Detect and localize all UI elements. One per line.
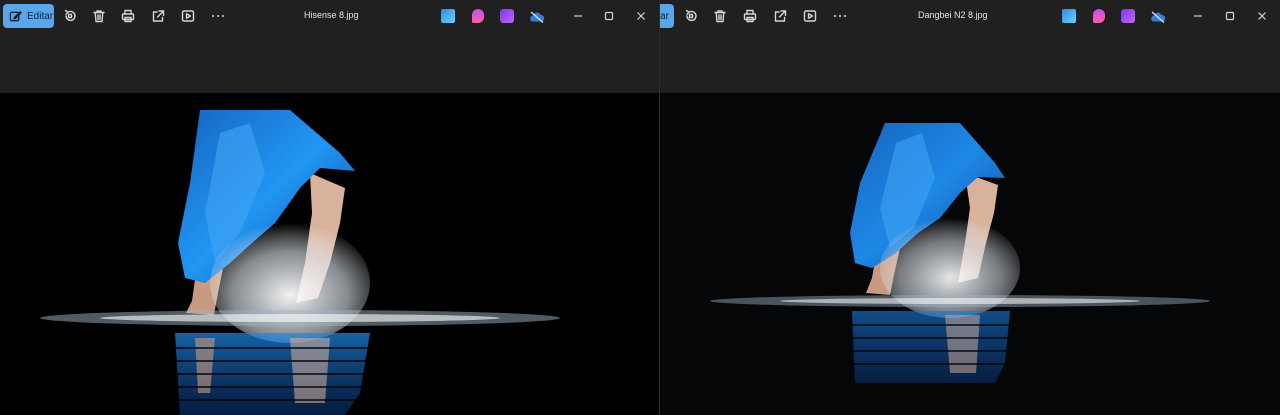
minimize-icon <box>574 15 582 17</box>
edit-icon <box>9 10 22 21</box>
rotate-icon <box>685 9 697 22</box>
more-button[interactable] <box>208 6 228 26</box>
close-icon <box>1258 12 1266 20</box>
designer-icon[interactable] <box>500 9 514 23</box>
edit-button[interactable]: tar <box>660 4 674 28</box>
onedrive-icon[interactable] <box>529 10 545 23</box>
edit-label: tar <box>660 10 669 22</box>
command-area <box>0 32 659 93</box>
slideshow-icon <box>803 10 817 22</box>
delete-button[interactable] <box>89 6 109 26</box>
close-button[interactable] <box>631 6 651 26</box>
trash-icon <box>93 10 105 23</box>
clipchamp-icon[interactable] <box>1093 9 1105 23</box>
maximize-button[interactable] <box>599 6 619 26</box>
photo <box>0 93 659 415</box>
print-icon <box>121 9 135 23</box>
delete-button[interactable] <box>710 6 730 26</box>
maximize-button[interactable] <box>1220 6 1240 26</box>
command-area <box>660 32 1280 93</box>
slideshow-icon <box>181 10 195 22</box>
title-bar: Editar Hisense 8.jpg <box>0 0 659 32</box>
right-photo-window: tar Dangbei N2 8.jpg <box>659 0 1280 415</box>
print-button[interactable] <box>118 6 138 26</box>
slideshow-button[interactable] <box>800 6 820 26</box>
edit-label: Editar <box>27 10 54 22</box>
file-name: Dangbei N2 8.jpg <box>918 10 988 20</box>
rotate-button[interactable] <box>60 6 80 26</box>
minimize-icon <box>1194 15 1202 17</box>
rotate-icon <box>64 9 76 22</box>
close-button[interactable] <box>1252 6 1272 26</box>
close-icon <box>637 12 645 20</box>
trash-icon <box>714 10 726 23</box>
photos-app-icon[interactable] <box>441 9 455 23</box>
print-icon <box>743 9 757 23</box>
designer-icon[interactable] <box>1121 9 1135 23</box>
title-bar: tar Dangbei N2 8.jpg <box>660 0 1280 32</box>
more-icon <box>212 15 214 17</box>
rotate-button[interactable] <box>681 6 701 26</box>
more-button[interactable] <box>830 6 850 26</box>
more-icon <box>834 15 836 17</box>
onedrive-icon[interactable] <box>1150 10 1166 23</box>
clipchamp-icon[interactable] <box>472 9 484 23</box>
share-button[interactable] <box>770 6 790 26</box>
print-button[interactable] <box>740 6 760 26</box>
photo-viewport[interactable] <box>0 93 659 415</box>
photo-viewport[interactable] <box>660 93 1280 415</box>
maximize-icon <box>604 11 614 21</box>
photos-app-icon[interactable] <box>1062 9 1076 23</box>
photo <box>660 93 1280 415</box>
minimize-button[interactable] <box>1188 6 1208 26</box>
left-photo-window: Editar Hisense 8.jpg <box>0 0 659 415</box>
file-name: Hisense 8.jpg <box>304 10 359 20</box>
minimize-button[interactable] <box>568 6 588 26</box>
share-icon <box>774 10 787 22</box>
maximize-icon <box>1225 11 1235 21</box>
slideshow-button[interactable] <box>178 6 198 26</box>
share-button[interactable] <box>148 6 168 26</box>
edit-button[interactable]: Editar <box>3 4 54 28</box>
share-icon <box>152 10 165 22</box>
